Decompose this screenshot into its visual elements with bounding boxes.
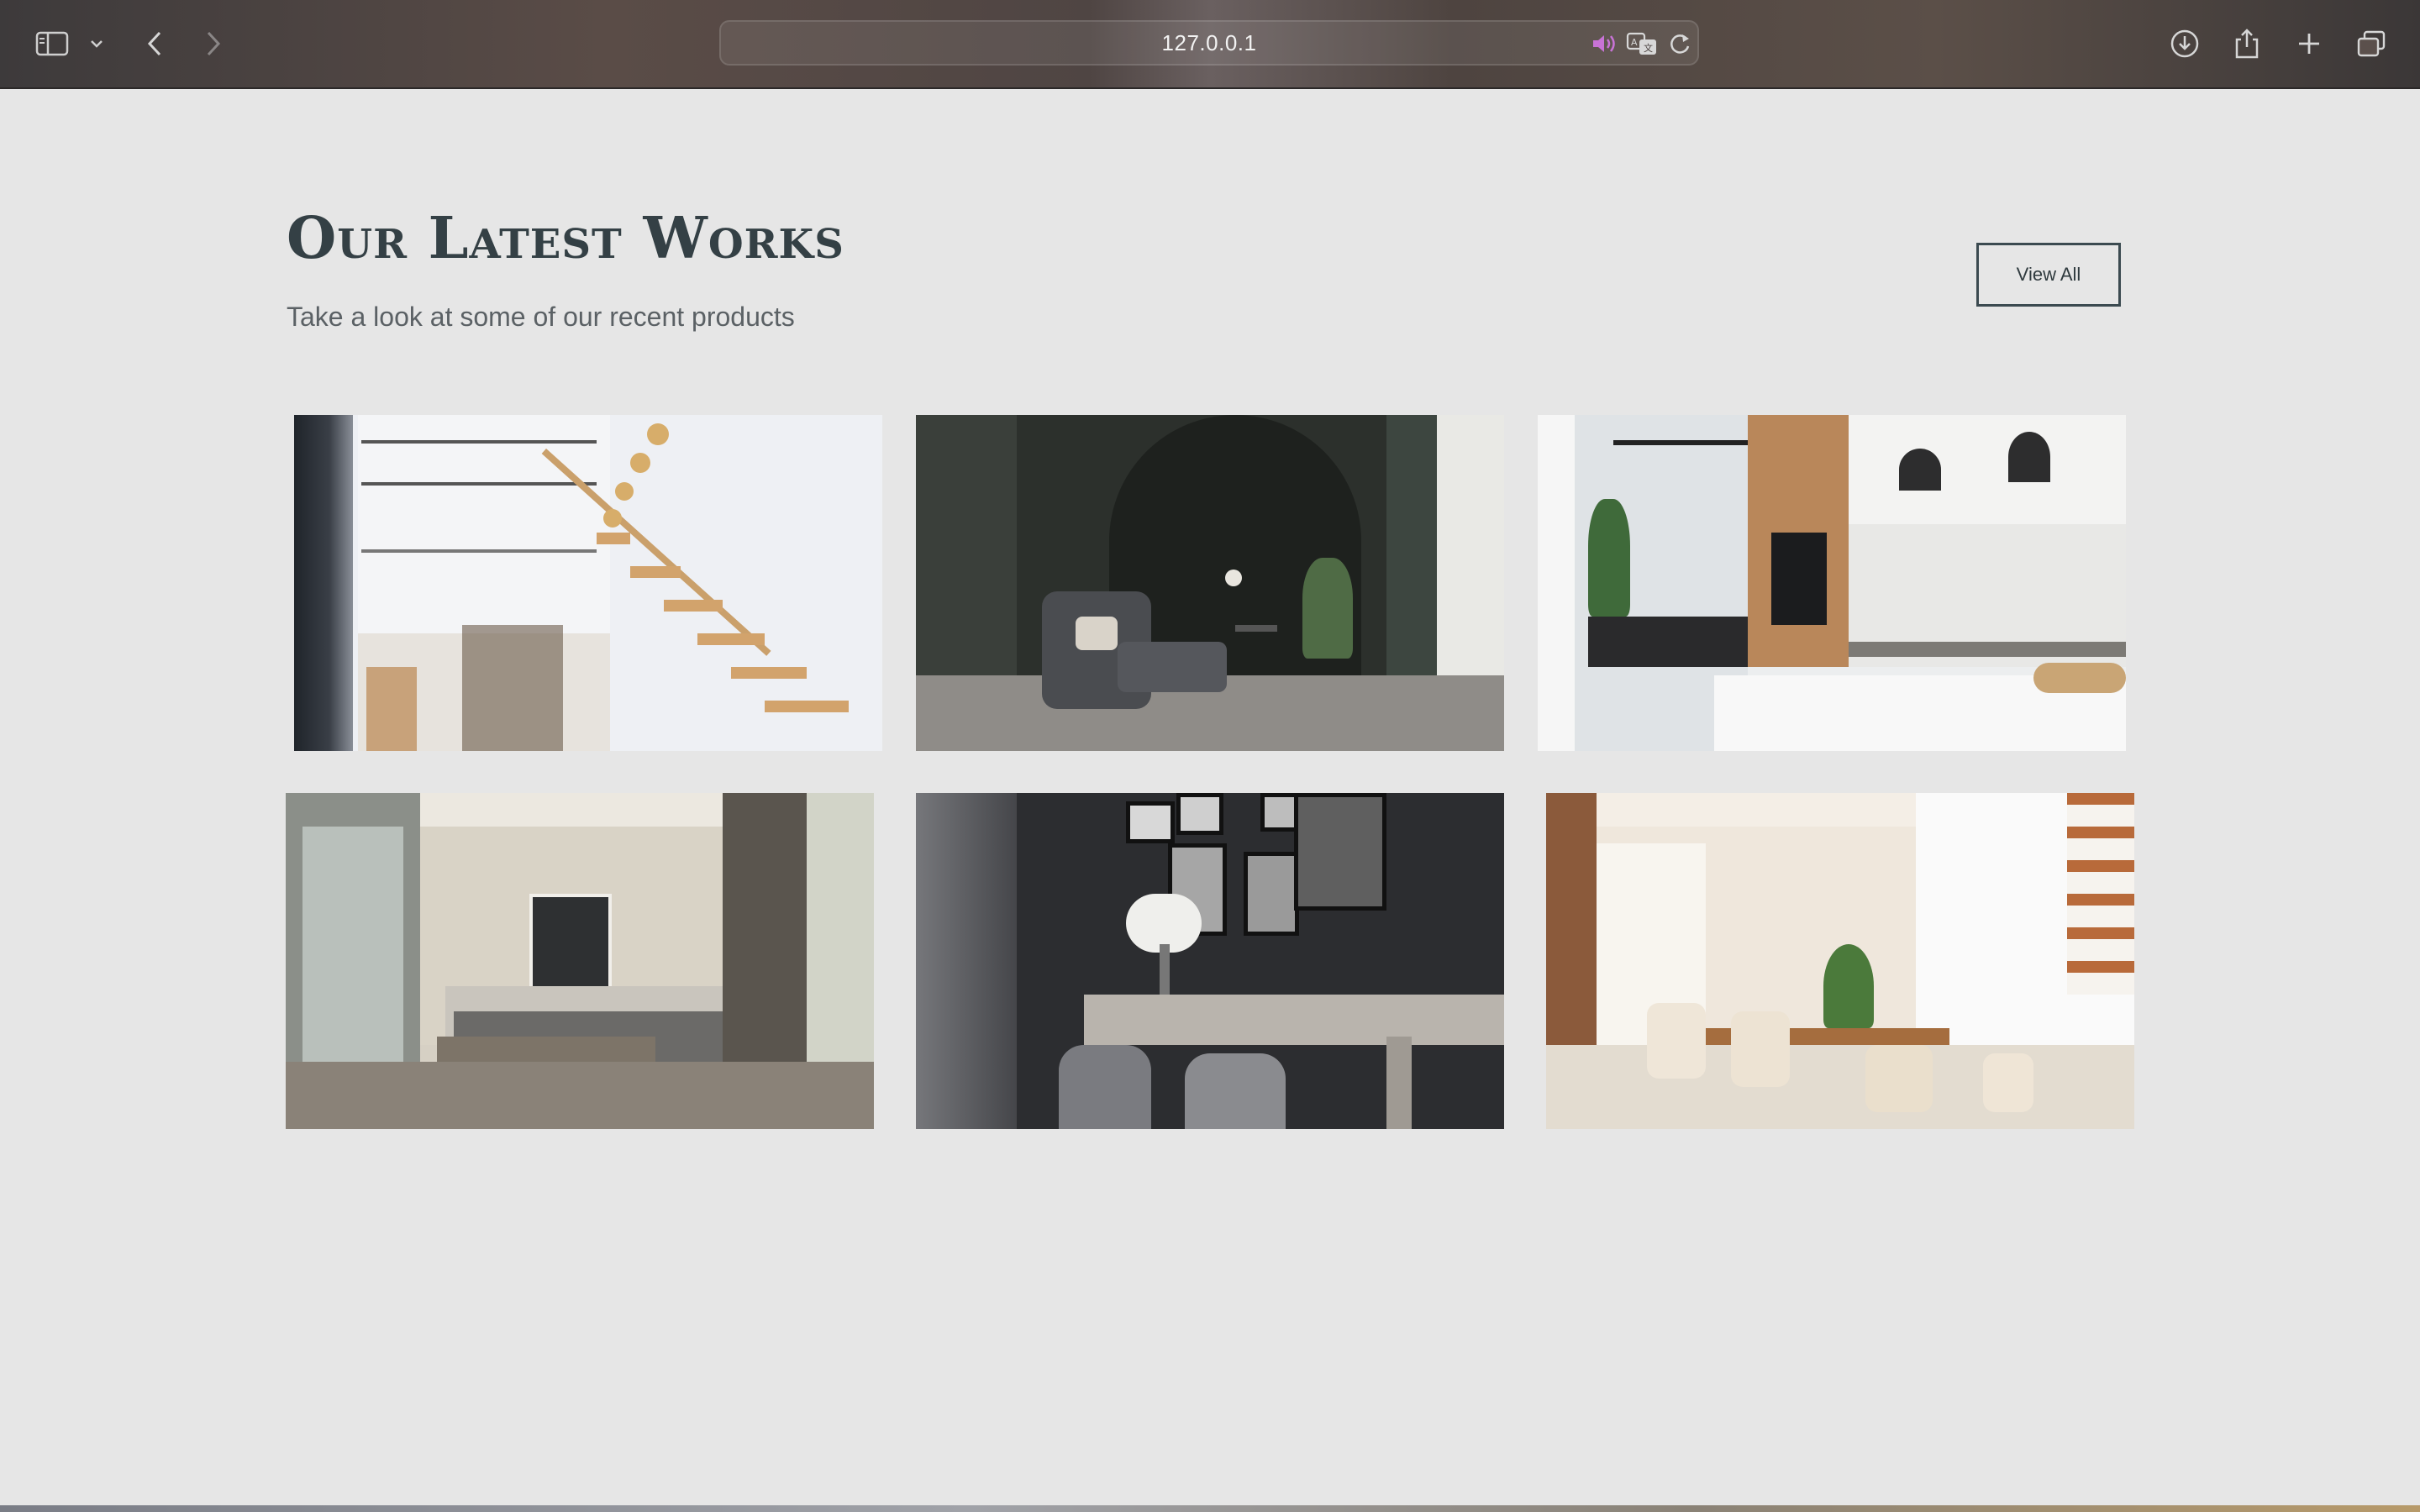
speaker-icon[interactable]	[1590, 29, 1618, 58]
gallery-image-dining-bright[interactable]	[1546, 793, 2134, 1129]
svg-text:文: 文	[1644, 42, 1653, 54]
url-text: 127.0.0.1	[1161, 30, 1257, 55]
sidebar-icon[interactable]	[30, 22, 74, 66]
back-icon[interactable]	[133, 22, 176, 66]
section-subtitle: Take a look at some of our recent produc…	[287, 302, 795, 332]
gallery-image-dining-dark[interactable]	[916, 793, 1504, 1129]
share-icon[interactable]	[2225, 22, 2269, 66]
page-bottom-strip	[0, 1505, 2420, 1512]
view-all-button[interactable]: View All	[1976, 243, 2121, 307]
gallery-image-bedroom[interactable]	[286, 793, 874, 1129]
address-bar[interactable]: 127.0.0.1 A文	[719, 20, 1699, 66]
gallery-image-staircase[interactable]	[294, 415, 882, 751]
new-tab-icon[interactable]	[2287, 22, 2331, 66]
gallery-image-armchair-room[interactable]	[916, 415, 1504, 751]
download-icon[interactable]	[2163, 22, 2207, 66]
forward-icon[interactable]	[192, 22, 235, 66]
tabs-overview-icon[interactable]	[2349, 22, 2393, 66]
reload-icon[interactable]	[1665, 29, 1694, 58]
gallery-image-kitchen[interactable]	[1538, 415, 2126, 751]
translate-icon[interactable]: A文	[1625, 29, 1660, 58]
browser-toolbar: 127.0.0.1 A文	[0, 0, 2420, 89]
section-title: Our Latest Works	[287, 205, 844, 272]
svg-text:A: A	[1631, 37, 1638, 48]
chevron-down-icon[interactable]	[76, 22, 118, 66]
